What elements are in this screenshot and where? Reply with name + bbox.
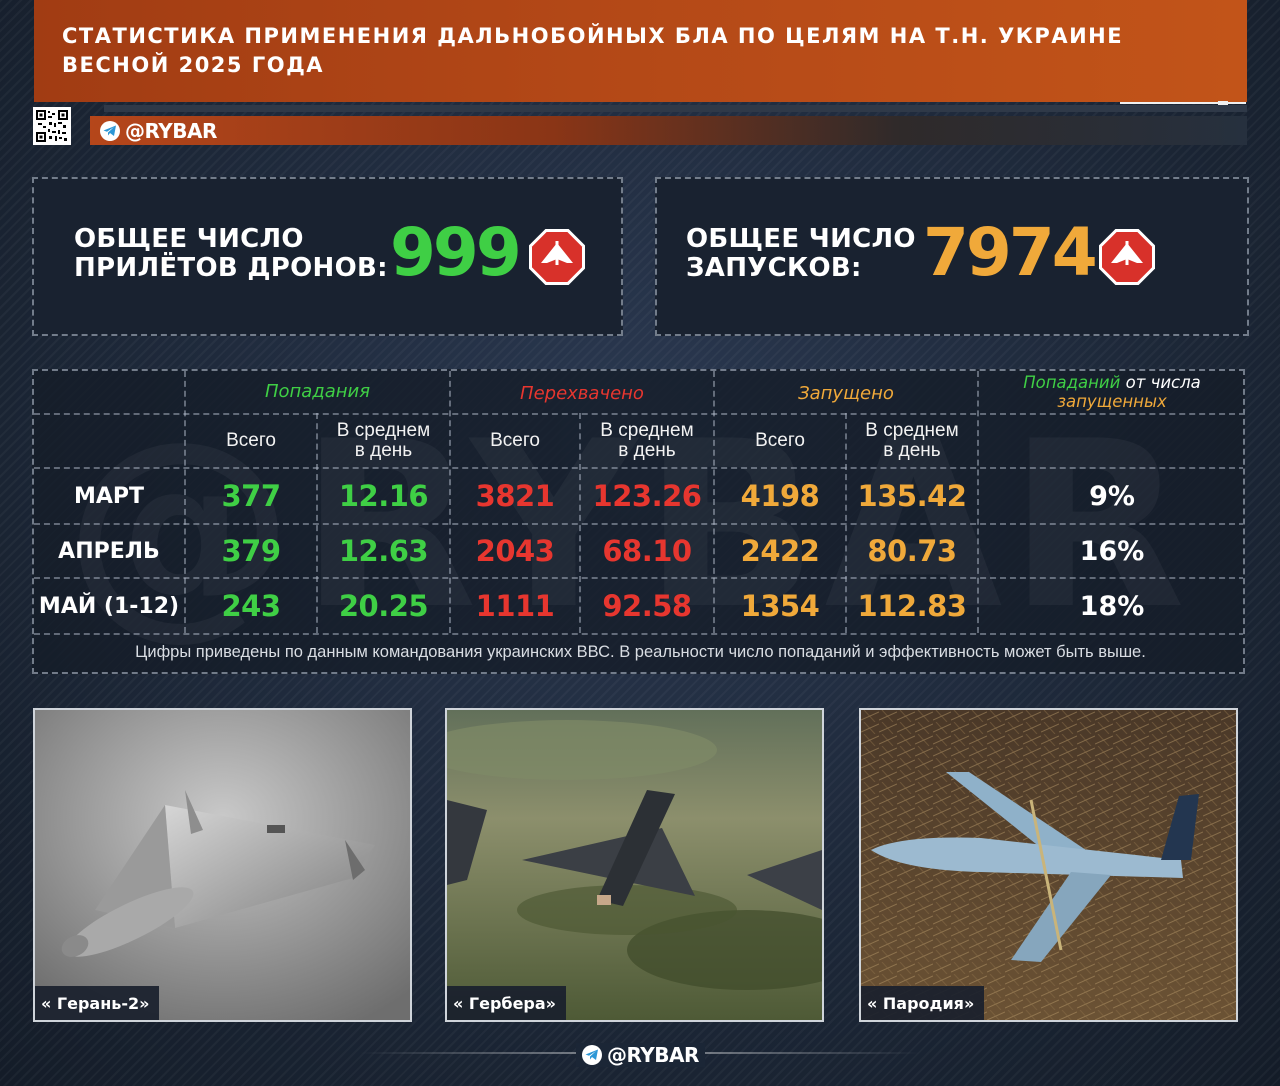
subheader-total: Всего — [490, 430, 540, 451]
column-group-ratio: Попаданий от числа запущенных — [979, 373, 1243, 411]
brand-handle[interactable]: @RYBAR — [100, 119, 217, 143]
photo-caption: « Гербера» — [447, 986, 567, 1020]
row-label-april: АПРЕЛЬ — [58, 538, 160, 564]
stat-card-launches: ОБЩЕЕ ЧИСЛО ЗАПУСКОВ: 7974 — [655, 177, 1249, 336]
table-cell: 377 — [221, 479, 281, 513]
page-title-line1: СТАТИСТИКА ПРИМЕНЕНИЯ ДАЛЬНОБОЙНЫХ БЛА П… — [62, 24, 1124, 48]
footer-brand-handle[interactable]: @RYBAR — [576, 1043, 705, 1067]
subheader-avg-line1: В среднем — [865, 420, 959, 441]
page-title-line2: ВЕСНОЙ 2025 ГОДА — [62, 53, 325, 77]
drone-gerbera-image — [447, 710, 822, 1020]
table-cell-ratio: 9% — [1089, 480, 1135, 512]
photo-caption: « Пародия» — [861, 986, 985, 1020]
photo-parodiya: « Пародия» — [859, 708, 1238, 1022]
subheader-total: Всего — [755, 430, 805, 451]
table-cell: 4198 — [740, 479, 820, 513]
footer-brand-name: @RYBAR — [607, 1043, 699, 1067]
column-group-ratio-part1: Попаданий — [1023, 373, 1121, 392]
photo-gerbera: « Гербера» — [445, 708, 824, 1022]
table-cell-ratio: 18% — [1079, 590, 1145, 622]
table-cell: 112.83 — [857, 589, 967, 623]
subheader-avg-line2: в день — [354, 440, 413, 461]
stat-label-hits-line1: ОБЩЕЕ ЧИСЛО — [74, 224, 304, 254]
table-cell: 68.10 — [602, 534, 692, 568]
subheader-avg-line2: в день — [883, 440, 941, 461]
table-cell: 243 — [221, 589, 281, 623]
column-group-ratio-part3: запущенных — [1057, 392, 1167, 411]
drone-warning-icon — [529, 229, 585, 285]
stat-card-hits: ОБЩЕЕ ЧИСЛО ПРИЛЁТОВ ДРОНОВ: 999 — [32, 177, 623, 336]
stat-label-launches: ОБЩЕЕ ЧИСЛО ЗАПУСКОВ: — [686, 225, 916, 283]
stat-label-launches-line1: ОБЩЕЕ ЧИСЛО — [686, 224, 916, 254]
drone-parodiya-image — [861, 710, 1236, 1020]
subheader-avg-line2: в день — [618, 440, 676, 461]
stat-label-launches-line2: ЗАПУСКОВ: — [686, 253, 862, 283]
column-group-hits: Попадания — [264, 380, 371, 402]
table-cell: 1111 — [475, 589, 555, 623]
table-cell-ratio: 16% — [1079, 535, 1145, 567]
subheader-avg-line1: В среднем — [600, 420, 694, 441]
drone-geran-image — [35, 710, 410, 1020]
telegram-icon — [582, 1045, 602, 1065]
subheader-total: Всего — [226, 430, 276, 451]
table-cell: 2043 — [475, 534, 555, 568]
subheader-avg-line1: В среднем — [336, 420, 431, 441]
stats-table: @RYBAR Попадания Перехвачено Запущено По… — [32, 369, 1245, 674]
stat-label-hits: ОБЩЕЕ ЧИСЛО ПРИЛЁТОВ ДРОНОВ: — [74, 225, 388, 283]
subheader-avg: В среднем в день — [318, 415, 449, 467]
stat-value-launches: 7974 — [923, 214, 1098, 291]
telegram-icon — [100, 121, 120, 141]
brand-name: @RYBAR — [125, 119, 217, 143]
table-cell: 135.42 — [857, 479, 967, 513]
photo-geran-2: « Герань-2» — [33, 708, 412, 1022]
qr-code-icon[interactable] — [33, 107, 71, 145]
table-cell: 2422 — [740, 534, 820, 568]
column-group-launched: Запущено — [798, 382, 894, 404]
brand-bar — [90, 116, 1247, 145]
table-cell: 12.16 — [338, 479, 429, 513]
header-divider-dot — [1218, 101, 1228, 105]
subheader-avg: В среднем в день — [847, 415, 977, 467]
table-footnote: Цифры приведены по данным командования у… — [135, 643, 1146, 661]
drone-warning-icon — [1099, 229, 1155, 285]
table-cell: 80.73 — [867, 534, 957, 568]
column-group-ratio-part2: от числа — [1120, 373, 1201, 392]
row-label-may: МАЙ (1-12) — [38, 593, 180, 619]
row-label-march: МАРТ — [73, 483, 145, 509]
table-cell: 92.58 — [602, 589, 692, 623]
subheader-avg: В среднем в день — [581, 415, 713, 467]
table-cell: 20.25 — [338, 589, 429, 623]
table-cell: 3821 — [475, 479, 555, 513]
column-group-intercepted: Перехвачено — [520, 382, 644, 404]
stat-value-hits: 999 — [390, 214, 522, 291]
table-cell: 123.26 — [592, 479, 702, 513]
table-cell: 12.63 — [338, 534, 429, 568]
header-divider — [104, 105, 1247, 112]
stat-label-hits-line2: ПРИЛЁТОВ ДРОНОВ: — [74, 253, 388, 283]
table-cell: 379 — [221, 534, 281, 568]
table-divider — [34, 633, 1243, 635]
table-cell: 1354 — [740, 589, 820, 623]
page-title: СТАТИСТИКА ПРИМЕНЕНИЯ ДАЛЬНОБОЙНЫХ БЛА П… — [62, 22, 1212, 80]
photo-caption: « Герань-2» — [35, 986, 160, 1020]
